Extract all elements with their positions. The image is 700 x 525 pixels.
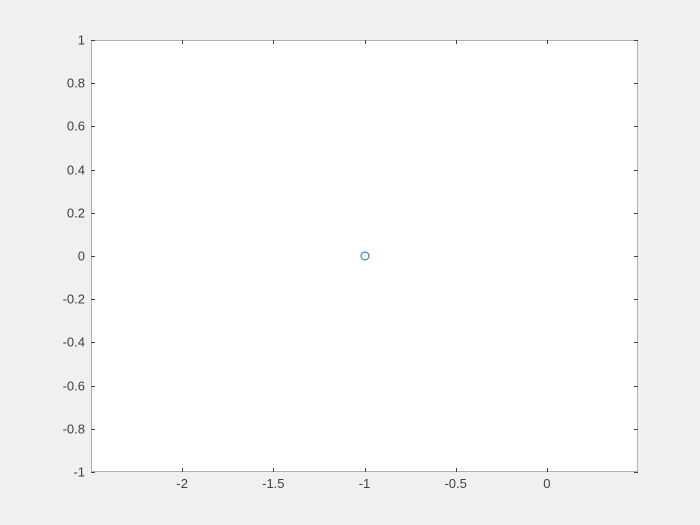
y-tick-mark bbox=[634, 256, 638, 257]
y-tick-label: -0.4 bbox=[0, 335, 85, 350]
x-tick-label: -0.5 bbox=[444, 476, 466, 491]
y-tick-label: 0.4 bbox=[0, 162, 85, 177]
x-tick-mark bbox=[547, 468, 548, 472]
x-tick-mark bbox=[273, 468, 274, 472]
y-tick-mark bbox=[91, 342, 95, 343]
y-tick-label: 0.8 bbox=[0, 76, 85, 91]
figure: -1 -0.8 -0.6 -0.4 -0.2 0 0.2 0.4 0.6 0.8 1 -2 -1.5 -… bbox=[0, 0, 700, 525]
y-tick-mark bbox=[634, 299, 638, 300]
x-tick-mark bbox=[456, 40, 457, 44]
y-tick-mark bbox=[91, 386, 95, 387]
y-tick-mark bbox=[634, 342, 638, 343]
x-tick-mark bbox=[182, 468, 183, 472]
y-tick-label: -0.6 bbox=[0, 378, 85, 393]
data-marker bbox=[360, 252, 369, 261]
y-tick-mark bbox=[634, 170, 638, 171]
y-tick-mark bbox=[91, 472, 95, 473]
y-tick-mark bbox=[634, 126, 638, 127]
y-tick-mark bbox=[634, 429, 638, 430]
x-tick-mark bbox=[365, 40, 366, 44]
y-tick-mark bbox=[634, 40, 638, 41]
y-tick-label: 0 bbox=[0, 249, 85, 264]
y-tick-mark bbox=[91, 126, 95, 127]
x-tick-mark bbox=[273, 40, 274, 44]
x-tick-mark bbox=[547, 40, 548, 44]
y-tick-label: 0.2 bbox=[0, 205, 85, 220]
x-tick-mark bbox=[182, 40, 183, 44]
axes[interactable] bbox=[91, 40, 638, 472]
x-tick-label: -2 bbox=[176, 476, 188, 491]
y-tick-mark bbox=[91, 429, 95, 430]
y-tick-mark bbox=[91, 299, 95, 300]
y-tick-mark bbox=[634, 83, 638, 84]
y-tick-mark bbox=[634, 472, 638, 473]
x-tick-label: 0 bbox=[543, 476, 550, 491]
y-tick-mark bbox=[634, 213, 638, 214]
x-tick-label: -1 bbox=[359, 476, 371, 491]
x-tick-mark bbox=[365, 468, 366, 472]
y-tick-mark bbox=[91, 213, 95, 214]
y-tick-mark bbox=[91, 40, 95, 41]
y-tick-mark bbox=[634, 386, 638, 387]
y-tick-label: -1 bbox=[0, 465, 85, 480]
y-tick-label: -0.8 bbox=[0, 421, 85, 436]
y-tick-label: 1 bbox=[0, 33, 85, 48]
y-tick-mark bbox=[91, 256, 95, 257]
y-tick-label: 0.6 bbox=[0, 119, 85, 134]
y-tick-mark bbox=[91, 83, 95, 84]
y-tick-label: -0.2 bbox=[0, 292, 85, 307]
x-tick-label: -1.5 bbox=[262, 476, 284, 491]
x-tick-mark bbox=[456, 468, 457, 472]
y-tick-mark bbox=[91, 170, 95, 171]
